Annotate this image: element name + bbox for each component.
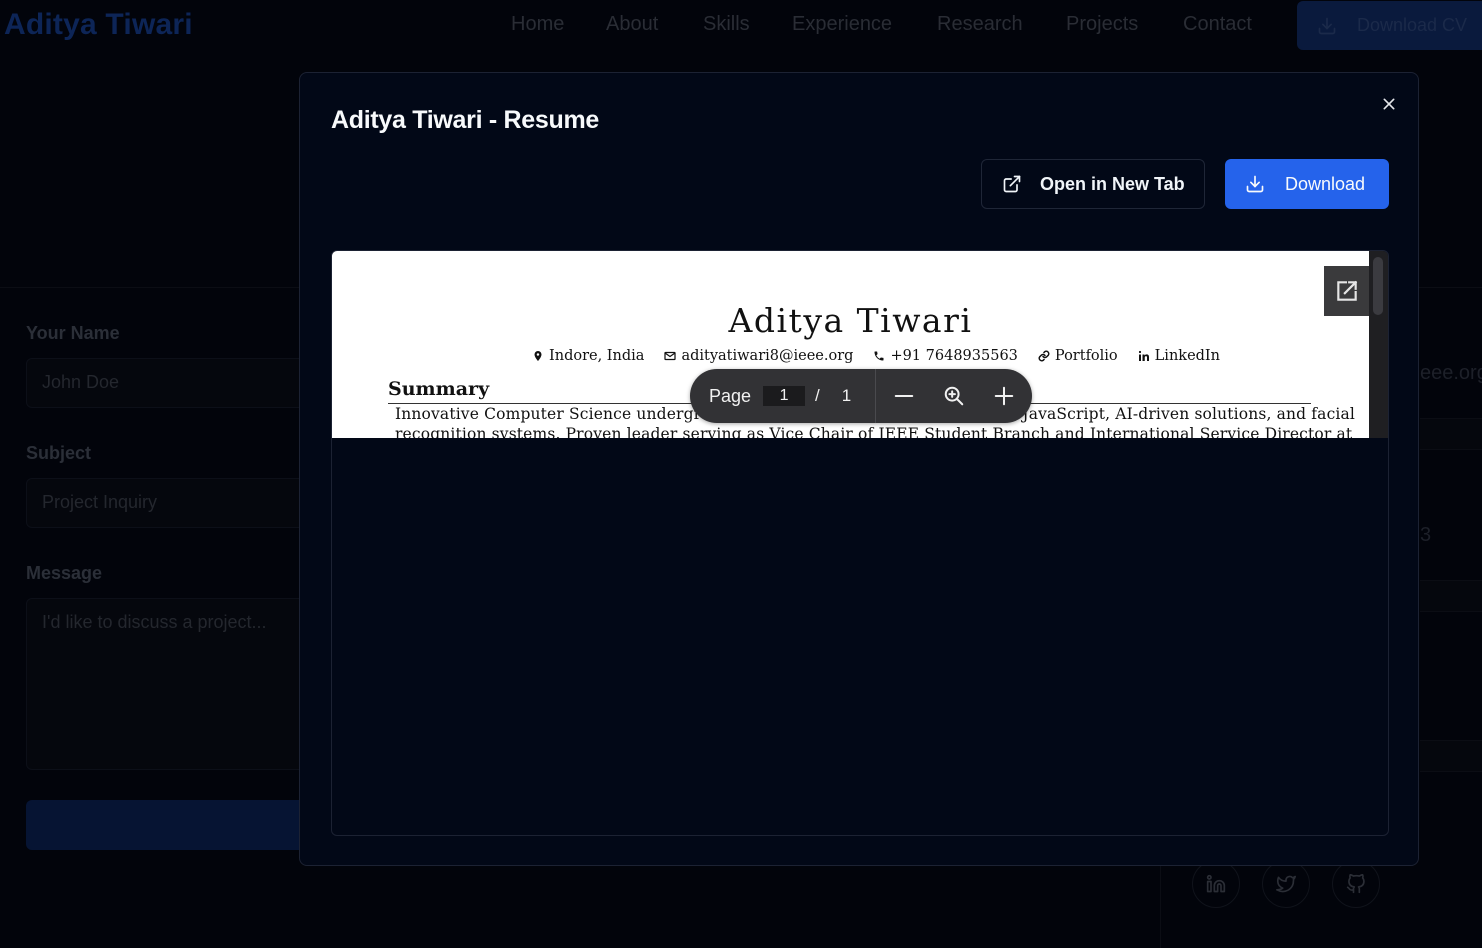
phone-icon [874,351,884,361]
resume-name: Aditya Tiwari [728,301,973,340]
scrollbar-thumb[interactable] [1373,257,1383,315]
page-separator: / [815,386,820,405]
message-label: Message [26,563,103,583]
resume-contacts: Indore, India adityatiwari8@ieee.org +91… [532,348,1220,364]
pdf-scrollbar[interactable] [1369,251,1388,438]
pdf-viewer[interactable]: Aditya Tiwari Indore, India adityatiwari… [331,250,1389,836]
top-navigation: Aditya Tiwari Home About Skills Experien… [0,0,1482,52]
download-cv-label: Download CV [1357,15,1468,35]
contact-portfolio[interactable]: Portfolio [1038,348,1118,364]
link-icon [1038,350,1050,362]
envelope-icon [664,351,677,361]
map-pin-icon [534,351,542,361]
external-link-icon [1003,175,1021,193]
nav-link-home[interactable]: Home [511,13,564,36]
pdf-toolbar: Page / 1 [690,369,1032,423]
download-icon [1318,17,1336,34]
total-pages: 1 [841,386,852,405]
download-icon [1246,175,1264,193]
contact-row [1420,418,1482,450]
download-label: Download [1285,173,1366,194]
zoom-in-icon[interactable] [979,369,1029,423]
github-icon[interactable] [1332,860,1380,908]
contact-row [1420,580,1482,612]
page-label: Page [709,385,752,406]
message-textarea[interactable]: I'd like to discuss a project... [26,598,316,770]
nav-link-skills[interactable]: Skills [703,13,750,36]
close-icon[interactable] [1378,93,1400,115]
contact-email[interactable]: adityatiwari8@ieee.org [664,348,853,364]
twitter-icon[interactable] [1262,860,1310,908]
download-cv-button[interactable]: Download CV [1297,1,1482,50]
site-logo[interactable]: Aditya Tiwari [4,8,193,42]
modal-title: Aditya Tiwari - Resume [331,106,600,134]
download-button[interactable]: Download [1225,159,1389,209]
linkedin-icon [1138,350,1149,361]
nav-link-about[interactable]: About [606,13,658,36]
subject-label: Subject [26,443,92,463]
open-new-tab-button[interactable]: Open in New Tab [981,159,1205,209]
contact-linkedin[interactable]: LinkedIn [1138,348,1220,364]
open-new-tab-label: Open in New Tab [1040,173,1185,194]
name-input[interactable]: John Doe [26,358,316,408]
contact-row [1420,740,1482,772]
contact-location: Indore, India [532,348,644,364]
summary-line: recognition systems. Proven leader servi… [395,425,1353,438]
toolbar-divider [875,369,877,423]
fit-zoom-icon[interactable] [929,369,979,423]
zoom-out-icon[interactable] [879,369,929,423]
subject-input[interactable]: Project Inquiry [26,478,316,528]
contact-email-fragment: eee.org [1420,362,1482,384]
nav-link-research[interactable]: Research [937,13,1023,36]
nav-link-projects[interactable]: Projects [1066,13,1138,36]
nav-link-contact[interactable]: Contact [1183,13,1252,36]
page-number-input[interactable] [763,386,806,406]
section-heading: Summary [388,378,490,400]
contact-phone: +91 7648935563 [873,348,1018,364]
nav-link-experience[interactable]: Experience [792,13,892,36]
pdf-page: Aditya Tiwari Indore, India adityatiwari… [332,251,1369,438]
open-in-new-icon [1337,280,1358,301]
linkedin-icon[interactable] [1192,860,1240,908]
contact-phone-fragment: 3 [1420,524,1432,546]
name-label: Your Name [26,323,120,343]
pdf-open-external-button[interactable] [1324,266,1370,316]
send-message-button[interactable] [26,800,316,850]
resume-modal: Aditya Tiwari - Resume Open in New Tab D… [299,72,1419,866]
